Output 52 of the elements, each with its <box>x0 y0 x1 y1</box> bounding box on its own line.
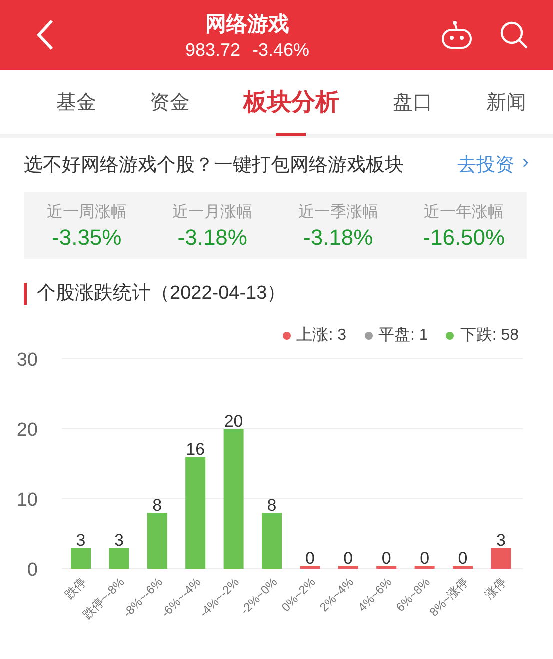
stat-label: 近一季涨幅 <box>298 202 378 223</box>
stat-label: 近一周涨幅 <box>46 202 127 223</box>
tab[interactable]: 板块分析 <box>237 68 346 136</box>
index-change: -3.46% <box>252 40 310 60</box>
bar <box>376 566 397 569</box>
window-title: 网络游戏 <box>205 12 290 38</box>
stat-value: -3.18% <box>178 225 248 251</box>
legend-item: 上涨: 3 <box>282 325 347 346</box>
axis-label: 涨停 <box>482 575 510 602</box>
stat-value: -16.50% <box>423 225 506 251</box>
tab[interactable]: 盘口 <box>386 68 439 136</box>
bar <box>109 548 130 569</box>
bar-value: 8 <box>152 496 162 515</box>
bar-value: 0 <box>458 549 468 568</box>
axis-label: 20 <box>16 420 38 441</box>
stat-label: 近一月涨幅 <box>172 202 253 223</box>
bar <box>491 548 512 569</box>
legend-item: 平盘: 1 <box>364 325 428 346</box>
promo-text: 选不好网络游戏个股？一键打包网络游戏板块 <box>24 154 404 178</box>
back-icon[interactable] <box>36 19 54 51</box>
section-title: 个股涨跌统计（2022-04-13） <box>24 283 553 305</box>
bar-value: 0 <box>305 549 315 568</box>
stat-value: -3.18% <box>304 225 374 251</box>
robot-icon[interactable] <box>440 20 473 50</box>
bar <box>338 566 358 569</box>
bar-value: 3 <box>76 531 86 550</box>
axis-label: 0 <box>27 560 38 581</box>
bar <box>453 566 473 569</box>
bar-value: 3 <box>114 531 124 550</box>
tab[interactable]: 新闻 <box>480 68 532 136</box>
bar-value: 0 <box>344 549 354 568</box>
bar <box>300 566 320 569</box>
bar-value: 3 <box>496 531 506 550</box>
bar-value: 0 <box>382 549 392 568</box>
bar-value: 16 <box>186 440 206 459</box>
bar <box>71 548 91 569</box>
bar-value: 0 <box>420 549 430 568</box>
axis-label: 10 <box>16 490 38 511</box>
stat-value: -3.35% <box>52 225 122 251</box>
index-value: 983.72 <box>185 40 240 60</box>
axis-label: 30 <box>16 350 38 371</box>
bar <box>414 566 435 569</box>
axis-label: 跌停 <box>62 575 90 602</box>
bar <box>262 513 282 569</box>
bar-value: 20 <box>224 412 244 431</box>
tab[interactable]: 资金 <box>144 68 196 136</box>
legend-item: 下跌: 58 <box>446 325 519 346</box>
bar <box>147 513 168 569</box>
bar-value: 8 <box>267 496 277 515</box>
stat-label: 近一年涨幅 <box>424 202 504 223</box>
tab[interactable]: 基金 <box>50 68 103 136</box>
search-icon[interactable] <box>498 20 529 50</box>
